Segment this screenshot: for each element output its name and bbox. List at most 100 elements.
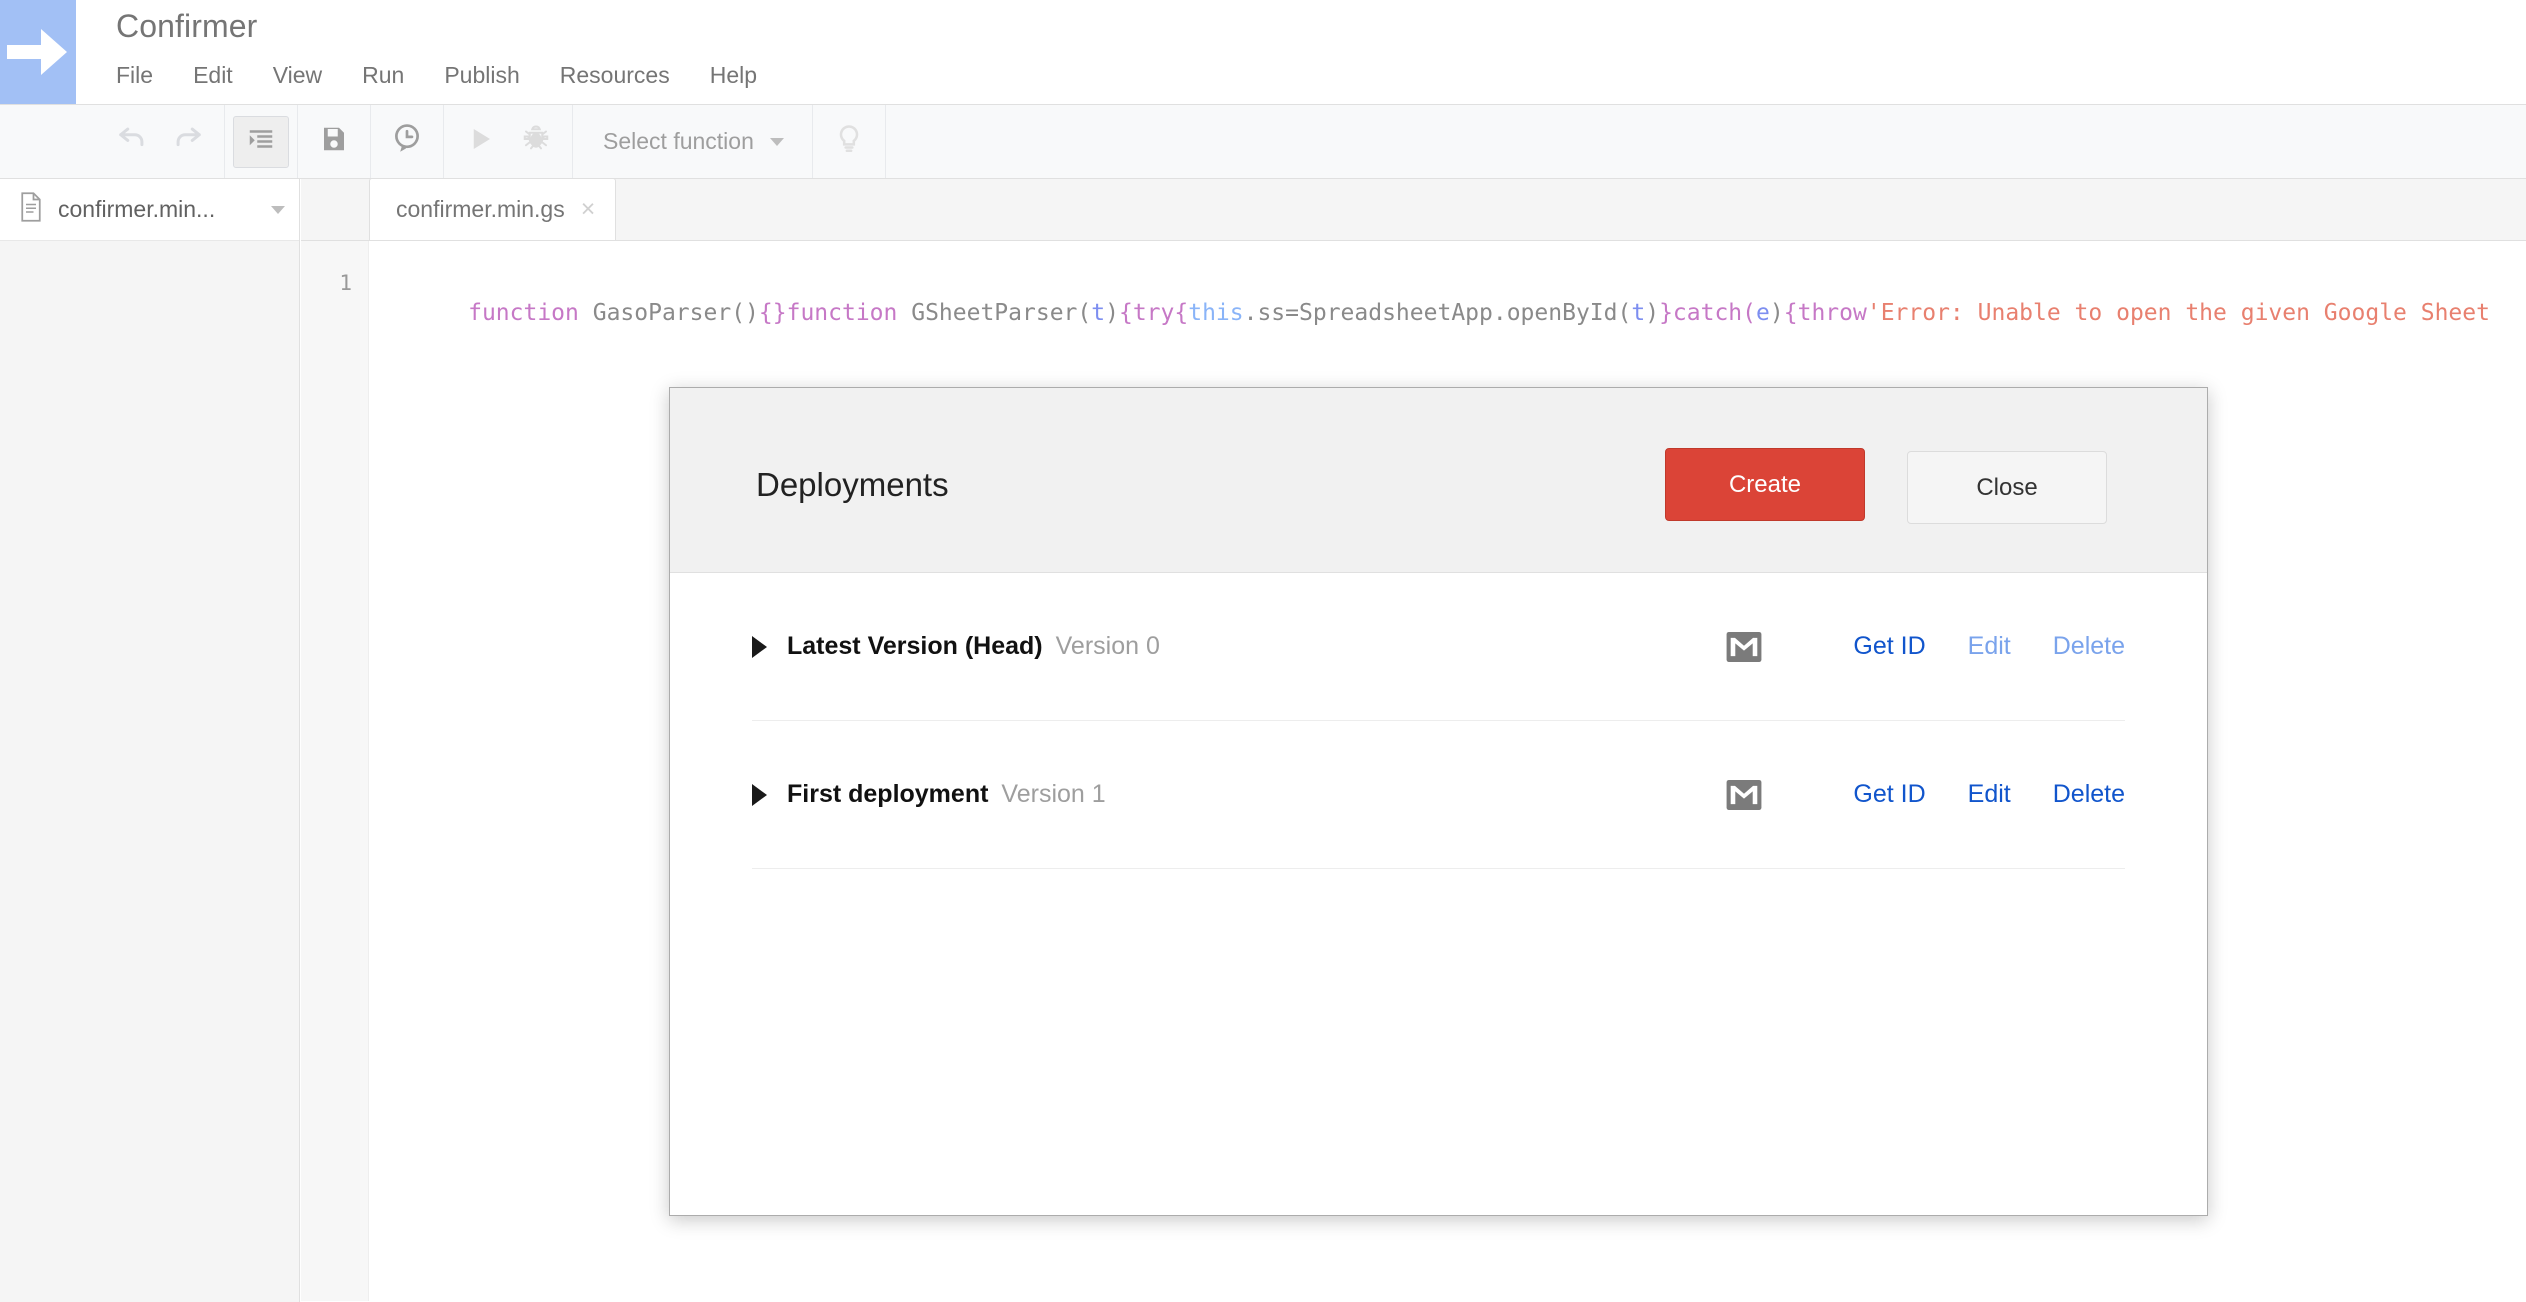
menu-bar: File Edit View Run Publish Resources Hel… (116, 58, 797, 93)
deployments-dialog: Deployments Create Close Latest Version … (669, 387, 2208, 1216)
toolbar-left-spacer (0, 105, 96, 178)
code-token: catch( (1673, 300, 1756, 326)
code-token: t (1091, 300, 1105, 326)
save-icon (319, 124, 349, 159)
dialog-header: Deployments Create Close (670, 388, 2207, 573)
version-history-button[interactable] (379, 116, 435, 168)
file-name-label: confirmer.min... (58, 196, 271, 223)
toolbar-group-save (298, 105, 371, 178)
code-token: this (1188, 300, 1243, 326)
file-menu-chevron-down-icon[interactable] (271, 206, 285, 214)
indent-icon (246, 124, 276, 159)
run-button[interactable] (452, 116, 508, 168)
code-token: t (1631, 300, 1645, 326)
code-token: e (1756, 300, 1770, 326)
code-token: try (1133, 300, 1175, 326)
code-token: { (1784, 300, 1798, 326)
code-token: ) (1105, 300, 1119, 326)
file-panel: confirmer.min... (0, 179, 300, 1302)
tab-label: confirmer.min.gs (396, 196, 565, 223)
code-token: function (787, 300, 912, 326)
play-icon (465, 124, 495, 159)
lightbulb-icon (833, 123, 865, 160)
undo-button[interactable] (104, 116, 160, 168)
clock-icon (390, 122, 424, 161)
triangle-right-icon[interactable] (752, 784, 767, 806)
code-token: GSheetParser( (911, 300, 1091, 326)
deployment-name: First deployment (787, 780, 988, 809)
code-token: } (1659, 300, 1673, 326)
code-line: function GasoParser(){}function GSheetPa… (468, 300, 2490, 326)
hints-button[interactable] (821, 116, 877, 168)
get-id-link[interactable]: Get ID (1853, 632, 1925, 661)
menu-item-help[interactable]: Help (710, 58, 778, 93)
deployment-version: Version 0 (1056, 632, 1160, 661)
debug-button[interactable] (508, 116, 564, 168)
dialog-title: Deployments (756, 466, 949, 504)
code-token: ) (1770, 300, 1784, 326)
table-row: Latest Version (Head) Version 0 Get ID E… (752, 573, 2125, 721)
dialog-body: Latest Version (Head) Version 0 Get ID E… (670, 573, 2207, 869)
save-button[interactable] (306, 116, 362, 168)
menu-item-publish[interactable]: Publish (444, 58, 540, 93)
line-number-gutter: 1 (301, 241, 369, 1301)
toolbar-group-history2 (371, 105, 444, 178)
menu-item-edit[interactable]: Edit (193, 58, 254, 93)
get-id-link[interactable]: Get ID (1853, 780, 1925, 809)
deployment-actions: Get ID Edit Delete (1725, 628, 2125, 666)
code-token: throw (1798, 300, 1867, 326)
file-icon (18, 192, 44, 227)
close-button[interactable]: Close (1907, 451, 2107, 524)
triangle-right-icon[interactable] (752, 636, 767, 658)
menu-item-file[interactable]: File (116, 58, 174, 93)
edit-link[interactable]: Edit (1968, 780, 2011, 809)
code-token: { (1119, 300, 1133, 326)
format-code-button[interactable] (233, 116, 289, 168)
menu-item-resources[interactable]: Resources (560, 58, 691, 93)
code-token: { (1174, 300, 1188, 326)
editor-tab-strip: confirmer.min.gs × (301, 179, 2526, 241)
redo-button[interactable] (160, 116, 216, 168)
gmail-icon[interactable] (1725, 628, 1763, 666)
gmail-icon[interactable] (1725, 776, 1763, 814)
undo-icon (115, 122, 149, 161)
code-token: ) (1645, 300, 1659, 326)
toolbar-group-run (444, 105, 573, 178)
function-select-label: Select function (603, 128, 754, 155)
edit-link[interactable]: Edit (1968, 632, 2011, 661)
tab-confirmer-min-gs[interactable]: confirmer.min.gs × (369, 178, 616, 240)
delete-link[interactable]: Delete (2053, 632, 2125, 661)
toolbar-group-history (96, 105, 225, 178)
deployment-info: Latest Version (Head) Version 0 (752, 632, 1725, 661)
code-token: 'Error: Unable to open the given Google … (1867, 300, 2490, 326)
table-row: First deployment Version 1 Get ID Edit D… (752, 721, 2125, 869)
menu-item-view[interactable]: View (273, 58, 343, 93)
toolbar-group-hints (813, 105, 886, 178)
function-select[interactable]: Select function (581, 105, 804, 178)
code-token: .ss=SpreadsheetApp.openById( (1244, 300, 1632, 326)
line-number: 1 (301, 268, 352, 298)
right-arrow-logo-icon (7, 25, 69, 79)
deployment-info: First deployment Version 1 (752, 780, 1725, 809)
toolbar-group-function: Select function (573, 105, 813, 178)
toolbar: Select function (0, 105, 2526, 179)
create-button[interactable]: Create (1665, 448, 1865, 521)
toolbar-group-format (225, 105, 298, 178)
delete-link[interactable]: Delete (2053, 780, 2125, 809)
code-token: GasoParser() (593, 300, 759, 326)
menu-item-run[interactable]: Run (362, 58, 425, 93)
code-token: function (468, 300, 593, 326)
top-bar: Confirmer File Edit View Run Publish Res… (0, 0, 2526, 105)
page-title: Confirmer (116, 8, 257, 45)
dialog-actions: Create Close (1665, 448, 2107, 524)
apps-script-logo[interactable] (0, 0, 76, 104)
deployment-actions: Get ID Edit Delete (1725, 776, 2125, 814)
redo-icon (171, 122, 205, 161)
deployment-version: Version 1 (1001, 780, 1105, 809)
bug-icon (521, 124, 551, 159)
file-list-item[interactable]: confirmer.min... (0, 179, 299, 241)
chevron-down-icon (770, 138, 784, 146)
code-token: {} (759, 300, 787, 326)
close-icon[interactable]: × (581, 197, 596, 222)
deployment-name: Latest Version (Head) (787, 632, 1043, 661)
